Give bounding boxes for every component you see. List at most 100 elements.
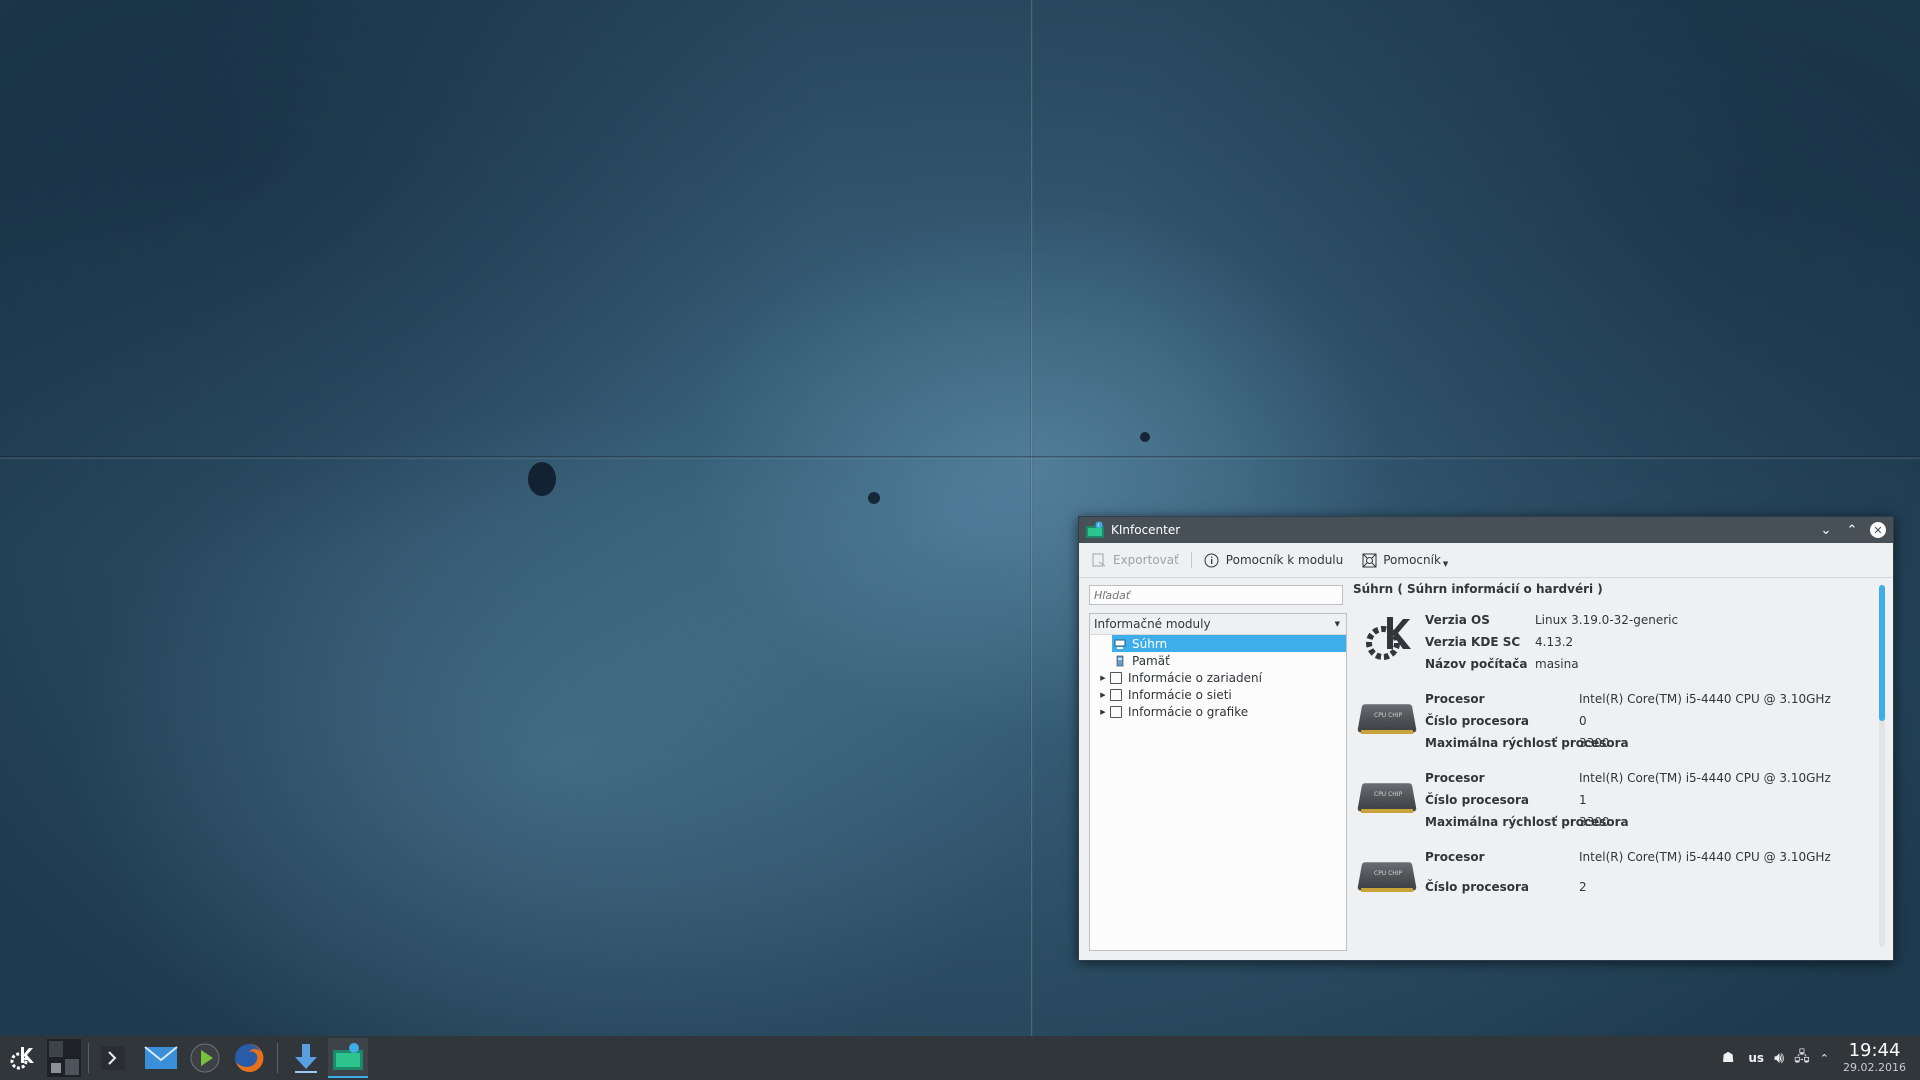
help-label: Pomocník bbox=[1383, 553, 1441, 567]
folder-icon bbox=[1110, 671, 1122, 684]
kinfocenter-icon: i bbox=[1086, 521, 1104, 538]
kinfocenter-icon bbox=[333, 1043, 363, 1070]
scrollbar-thumb[interactable] bbox=[1879, 585, 1885, 721]
summary-title: Súhrn ( Súhrn informácií o hardvéri ) bbox=[1353, 582, 1603, 596]
processor-value: Intel(R) Core(TM) i5-4440 CPU @ 3.10GHz bbox=[1579, 850, 1831, 864]
memory-icon bbox=[1116, 655, 1124, 666]
downloads-icon bbox=[295, 1044, 317, 1073]
tree-item-network-info[interactable]: ▶ Informácie o sieti bbox=[1090, 686, 1346, 703]
notifications-icon[interactable]: ☗ bbox=[1722, 1050, 1735, 1066]
chevron-down-icon: ▼ bbox=[1334, 620, 1340, 628]
maximize-button[interactable]: ⌃ bbox=[1841, 519, 1863, 541]
taskbar-separator bbox=[277, 1043, 278, 1073]
module-tree: Informačné moduly ▼ Súhrn Pamäť ▶ Inform… bbox=[1089, 613, 1347, 951]
computer-icon bbox=[1114, 639, 1126, 649]
expand-arrow-icon[interactable]: ▶ bbox=[1096, 674, 1110, 682]
max-speed-value: 3300 bbox=[1579, 815, 1610, 829]
os-info-table: Verzia OS Linux 3.19.0-32-generic Verzia… bbox=[1425, 609, 1678, 675]
window-titlebar[interactable]: i KInfocenter ⌄ ⌃ ✕ bbox=[1079, 517, 1893, 543]
terminal-icon bbox=[101, 1046, 125, 1070]
clock-date: 29.02.2016 bbox=[1843, 1061, 1906, 1074]
wallpaper-fold-vertical bbox=[1030, 0, 1033, 1036]
processor-block-1: CPU CHIP Procesor Intel(R) Core(TM) i5-4… bbox=[1351, 767, 1831, 833]
system-tray: ☗ us 🔊︎ 🖧︎ ⌃ 19:44 29.02.2016 bbox=[1722, 1036, 1920, 1080]
help-menu-button[interactable]: Pomocník ▼ bbox=[1361, 552, 1448, 568]
tree-item-device-info[interactable]: ▶ Informácie o zariadení bbox=[1090, 669, 1346, 686]
pager-button[interactable] bbox=[46, 1038, 82, 1078]
modules-dropdown[interactable]: Informačné moduly ▼ bbox=[1090, 614, 1346, 635]
module-sidebar: Informačné moduly ▼ Súhrn Pamäť ▶ Inform… bbox=[1089, 585, 1347, 951]
firefox-launcher[interactable] bbox=[227, 1038, 271, 1078]
terminal-launcher[interactable] bbox=[95, 1038, 131, 1078]
processor-number-value: 0 bbox=[1579, 714, 1587, 728]
tray-expand-arrow-icon[interactable]: ⌃ bbox=[1820, 1052, 1829, 1065]
network-icon[interactable]: 🖧︎ bbox=[1794, 1046, 1810, 1070]
wallpaper-stain bbox=[1140, 432, 1150, 442]
mail-launcher[interactable] bbox=[139, 1038, 183, 1078]
media-player-launcher[interactable] bbox=[183, 1038, 227, 1078]
media-player-icon bbox=[190, 1043, 220, 1073]
toolbar-separator bbox=[1190, 552, 1192, 568]
digital-clock[interactable]: 19:44 29.02.2016 bbox=[1843, 1041, 1906, 1075]
main-toolbar: Exportovať Pomocník k modulu Pomocník ▼ bbox=[1079, 543, 1893, 578]
expand-arrow-icon[interactable]: ▶ bbox=[1096, 708, 1110, 716]
processor-value: Intel(R) Core(TM) i5-4440 CPU @ 3.10GHz bbox=[1579, 771, 1831, 785]
kde-logo-icon bbox=[1357, 609, 1417, 669]
volume-icon[interactable]: 🔊︎ bbox=[1774, 1048, 1784, 1068]
cpu-chip-icon: CPU CHIP bbox=[1357, 767, 1417, 827]
hostname-value: masina bbox=[1535, 657, 1579, 671]
pager-icon bbox=[47, 1039, 81, 1077]
wallpaper-stain bbox=[528, 462, 556, 496]
kde-version-value: 4.13.2 bbox=[1535, 635, 1574, 649]
processor-number-value: 2 bbox=[1579, 880, 1587, 894]
dropdown-arrow-icon: ▼ bbox=[1442, 560, 1449, 568]
wallpaper-fold-horizontal bbox=[0, 456, 1920, 459]
export-button[interactable]: Exportovať bbox=[1091, 552, 1179, 568]
tree-item-graphics-info[interactable]: ▶ Informácie o grafike bbox=[1090, 703, 1346, 720]
minimize-button[interactable]: ⌄ bbox=[1815, 519, 1837, 541]
kinfocenter-task[interactable] bbox=[328, 1038, 368, 1078]
application-launcher-button[interactable] bbox=[2, 1038, 42, 1078]
kinfocenter-window: i KInfocenter ⌄ ⌃ ✕ Exportovať Pomocník … bbox=[1078, 516, 1894, 961]
cpu-chip-icon: CPU CHIP bbox=[1357, 846, 1417, 906]
tree-item-label: Informácie o zariadení bbox=[1128, 670, 1262, 685]
max-speed-value: 3300 bbox=[1579, 736, 1610, 750]
processor-block-0: CPU CHIP Procesor Intel(R) Core(TM) i5-4… bbox=[1351, 688, 1831, 754]
os-version-key: Verzia OS bbox=[1425, 613, 1490, 627]
processor-key: Procesor bbox=[1425, 692, 1485, 706]
tree-item-memory[interactable]: Pamäť bbox=[1112, 652, 1346, 669]
tree-item-label: Súhrn bbox=[1132, 636, 1168, 651]
kde-menu-icon bbox=[10, 1047, 34, 1070]
svg-text:i: i bbox=[1098, 523, 1099, 529]
help-lifebuoy-icon bbox=[1361, 552, 1377, 568]
keyboard-layout-indicator[interactable]: us bbox=[1748, 1051, 1764, 1065]
processor-value: Intel(R) Core(TM) i5-4440 CPU @ 3.10GHz bbox=[1579, 692, 1831, 706]
processor-number-key: Číslo procesora bbox=[1425, 714, 1530, 728]
processor-table: Procesor Intel(R) Core(TM) i5-4440 CPU @… bbox=[1425, 688, 1831, 754]
processor-table: Procesor Intel(R) Core(TM) i5-4440 CPU @… bbox=[1425, 767, 1831, 833]
module-help-button[interactable]: Pomocník k modulu bbox=[1204, 552, 1343, 568]
module-help-label: Pomocník k modulu bbox=[1225, 553, 1344, 567]
os-info-block: Verzia OS Linux 3.19.0-32-generic Verzia… bbox=[1351, 609, 1678, 675]
close-icon: ✕ bbox=[1870, 522, 1886, 538]
tree-item-summary[interactable]: Súhrn bbox=[1112, 635, 1346, 652]
kde-version-key: Verzia KDE SC bbox=[1425, 635, 1521, 649]
close-button[interactable]: ✕ bbox=[1867, 519, 1889, 541]
expand-arrow-icon[interactable]: ▶ bbox=[1096, 691, 1110, 699]
processor-number-key: Číslo procesora bbox=[1425, 880, 1530, 894]
processor-number-value: 1 bbox=[1579, 793, 1587, 807]
search-input[interactable] bbox=[1089, 585, 1343, 605]
tree-item-label: Informácie o sieti bbox=[1128, 687, 1232, 702]
cpu-chip-icon: CPU CHIP bbox=[1357, 688, 1417, 748]
summary-scrollbar[interactable] bbox=[1879, 585, 1885, 947]
firefox-icon bbox=[235, 1043, 264, 1072]
processor-block-2: CPU CHIP Procesor Intel(R) Core(TM) i5-4… bbox=[1351, 846, 1831, 906]
processor-key: Procesor bbox=[1425, 771, 1485, 785]
os-version-value: Linux 3.19.0-32-generic bbox=[1535, 613, 1679, 627]
folder-icon bbox=[1110, 705, 1122, 718]
max-speed-key: Maximálna rýchlosť procesora bbox=[1425, 815, 1629, 829]
hostname-key: Názov počítača bbox=[1425, 657, 1528, 671]
export-icon bbox=[1091, 552, 1107, 568]
downloads-launcher[interactable] bbox=[284, 1038, 328, 1078]
processor-table: Procesor Intel(R) Core(TM) i5-4440 CPU @… bbox=[1425, 846, 1831, 906]
